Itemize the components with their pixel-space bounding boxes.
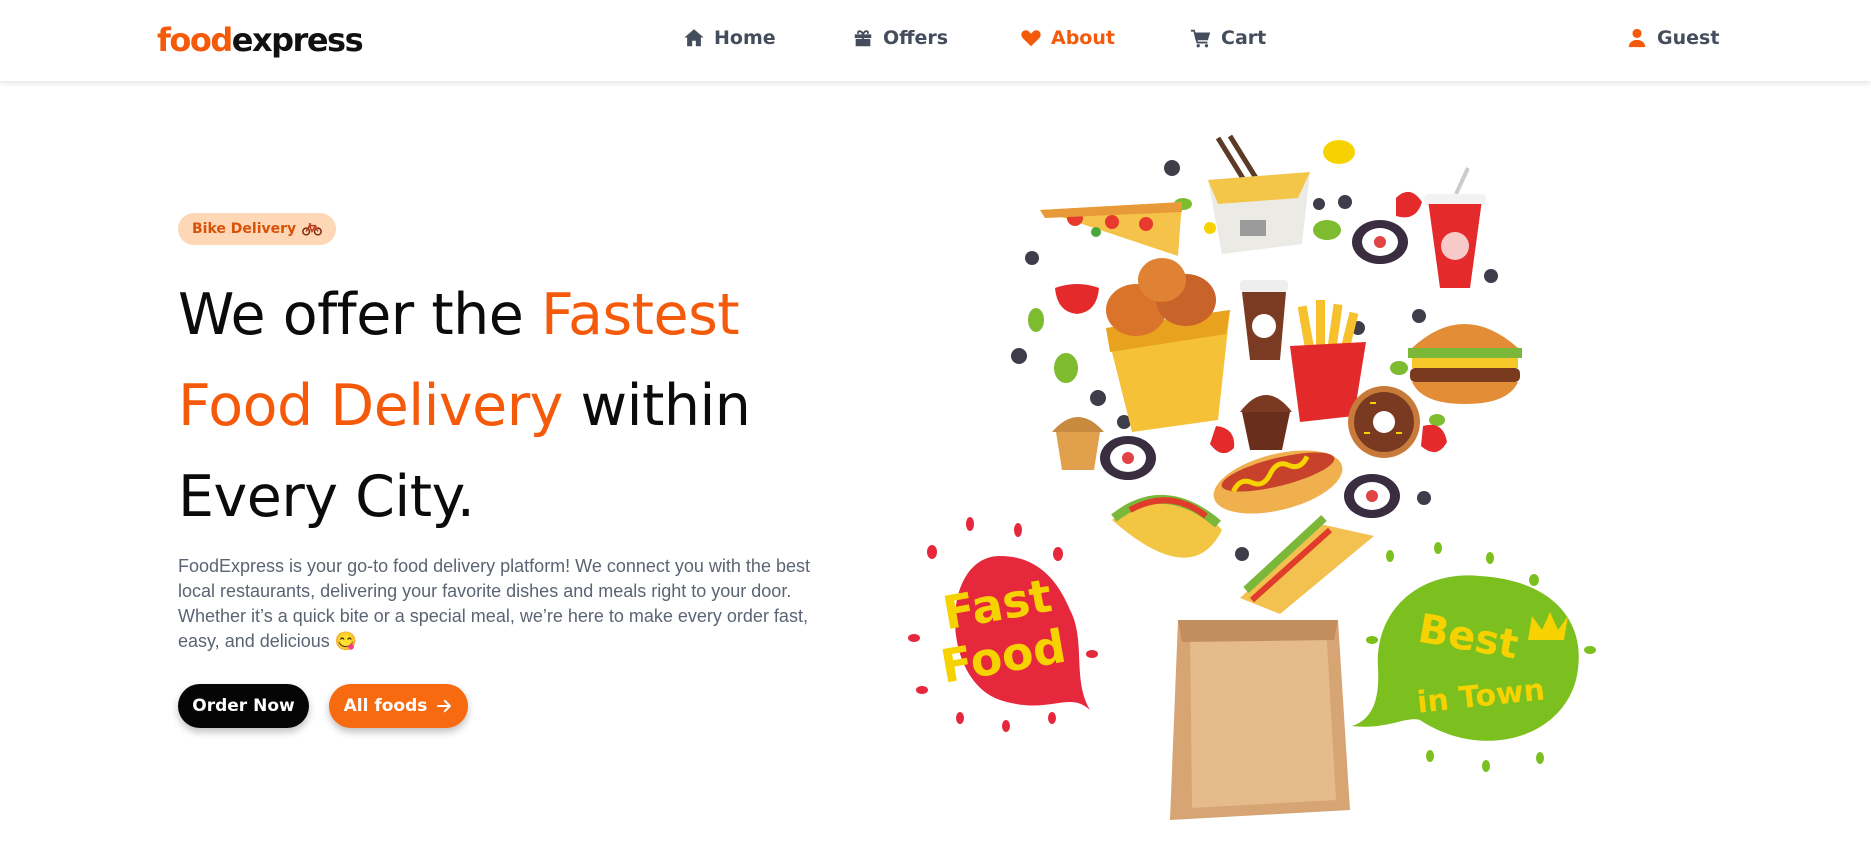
nav-guest[interactable]: Guest [1626,22,1719,54]
home-icon [684,29,704,47]
sandwich [1240,515,1374,614]
hero-description: FoodExpress is your go-to food delivery … [178,556,810,651]
fast-food-bubble: Fast Food [908,517,1098,732]
user-icon [1628,28,1646,48]
soda-cup [1424,167,1486,288]
title-part-every-city: Every City. [178,464,475,530]
badge-label: Bike Delivery [192,221,297,237]
order-now-button[interactable]: Order Now [178,684,309,728]
pizza-slice [1040,202,1182,256]
burger [1408,324,1522,404]
bike-delivery-badge: Bike Delivery [178,213,337,245]
muffin [1052,417,1104,470]
arrow-right-icon [437,699,452,713]
nav-cart[interactable]: Cart [1190,22,1266,54]
all-foods-label: All foods [343,696,428,716]
heart-icon [1021,30,1041,47]
chicken-bucket [1106,258,1230,432]
hero-title: We offer the Fastest Food Delivery withi… [178,270,898,543]
navbar: foodexpress Home Offers About Cart Guest [0,0,1871,81]
nav-home[interactable]: Home [683,22,776,54]
cart-icon [1190,29,1211,48]
taco [1111,495,1222,558]
nav-about[interactable]: About [1020,22,1115,54]
nav-about-label: About [1051,27,1115,49]
donut [1348,386,1420,458]
food-illustration: Fast Food Best in Town [908,134,1596,820]
title-part-1: We offer the [178,282,541,348]
nav-cart-label: Cart [1221,27,1267,49]
coffee-cup [1240,280,1288,360]
all-foods-button[interactable]: All foods [329,684,468,728]
nav-home-label: Home [714,27,776,49]
cupcake [1240,395,1292,450]
gift-icon [854,30,872,47]
paper-bag [1170,620,1350,820]
bicycle-icon [302,223,323,236]
best-in-town-bubble: Best in Town [1352,542,1596,772]
logo-part-express: express [231,21,364,59]
nav-guest-label: Guest [1657,27,1720,49]
title-part-within: within [562,373,751,439]
logo-part-food: food [157,21,233,59]
nav-offers-label: Offers [883,27,949,49]
title-highlight-fastest: Fastest [541,282,740,348]
brand-logo[interactable]: foodexpress [157,18,364,62]
noodle-box [1208,134,1310,254]
order-now-label: Order Now [192,696,295,716]
nav-offers[interactable]: Offers [852,22,948,54]
title-highlight-food-delivery: Food Delivery [178,373,563,439]
